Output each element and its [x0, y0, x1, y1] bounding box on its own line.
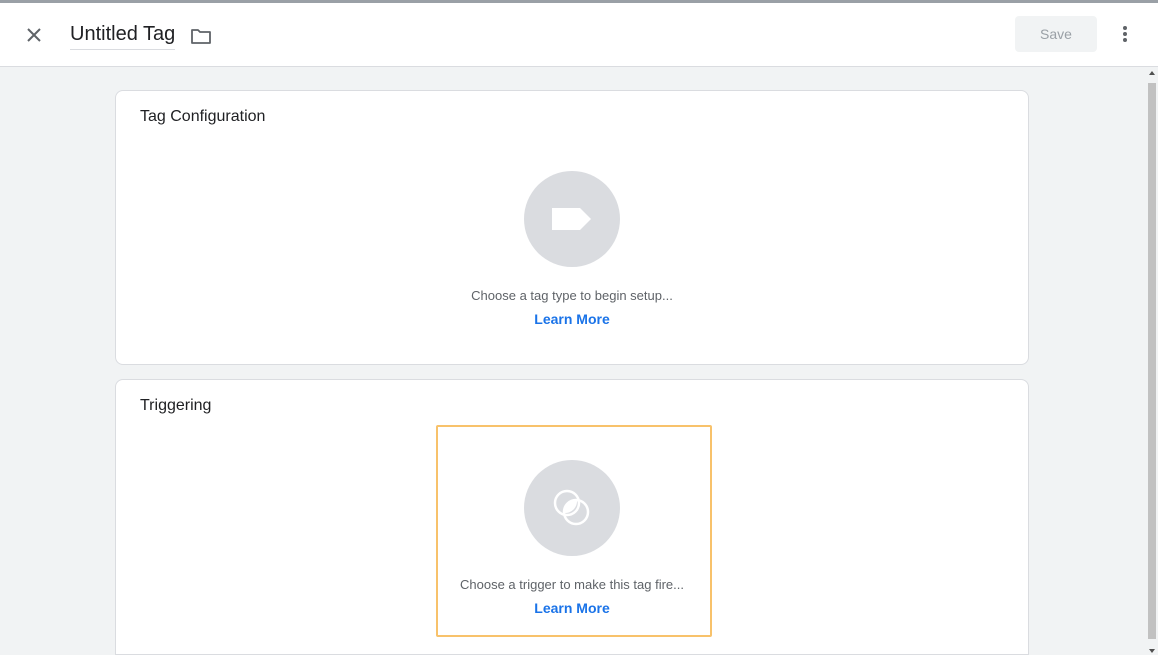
editor-header: Untitled Tag Save — [0, 0, 1158, 67]
tag-type-placeholder[interactable] — [524, 171, 620, 267]
more-options-button[interactable] — [1113, 22, 1137, 46]
more-vert-icon — [1123, 26, 1127, 42]
tag-name-field[interactable]: Untitled Tag — [70, 22, 176, 50]
tag-icon — [552, 208, 591, 230]
tag-type-hint: Choose a tag type to begin setup... — [471, 288, 673, 303]
folder-button[interactable] — [189, 24, 213, 48]
save-button[interactable]: Save — [1015, 16, 1097, 52]
folder-icon — [191, 29, 211, 44]
card-title: Triggering — [140, 397, 212, 414]
close-button[interactable] — [20, 21, 48, 49]
learn-more-link[interactable]: Learn More — [116, 311, 1028, 327]
scroll-up-arrow[interactable] — [1149, 71, 1155, 75]
card-title: Tag Configuration — [140, 108, 266, 125]
trigger-highlight-box — [436, 425, 712, 637]
scroll-thumb[interactable] — [1148, 83, 1156, 639]
scroll-down-arrow[interactable] — [1149, 649, 1155, 653]
tag-configuration-card[interactable]: Tag Configuration Choose a tag type to b… — [115, 90, 1029, 365]
close-icon — [27, 28, 41, 42]
scrollbar[interactable] — [1146, 67, 1158, 655]
